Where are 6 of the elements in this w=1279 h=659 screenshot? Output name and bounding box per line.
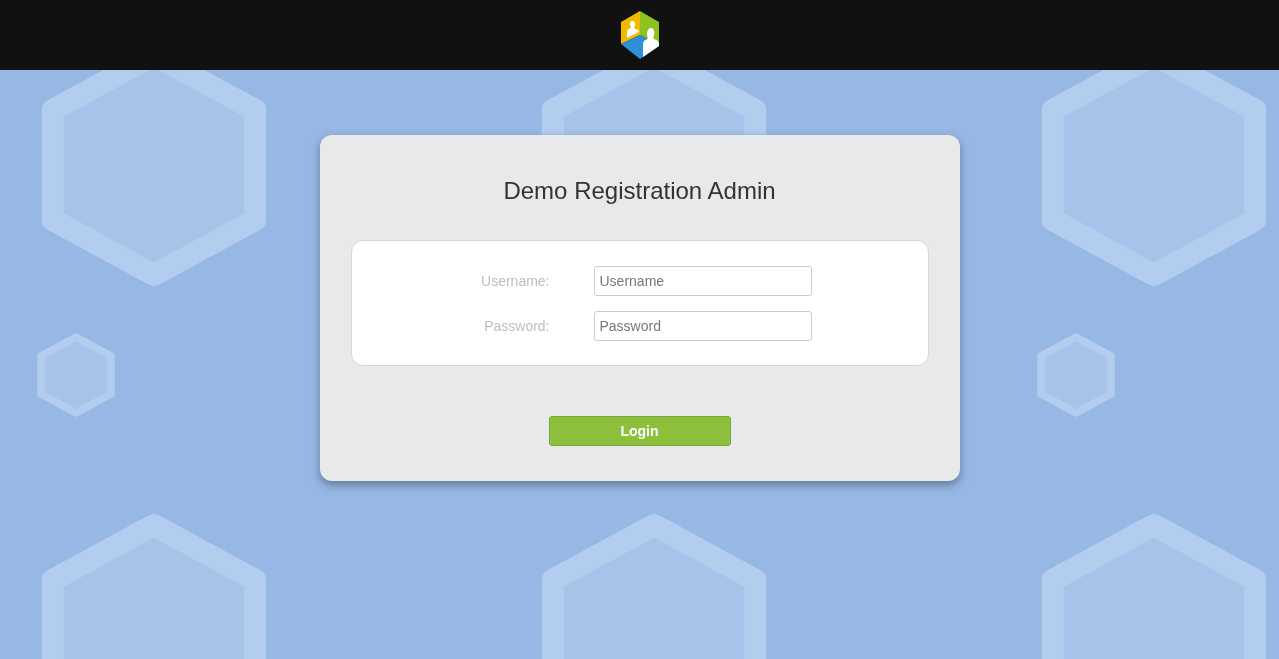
field-label: Username: — [480, 273, 550, 289]
login-button[interactable]: Login — [548, 416, 731, 446]
input-field[interactable]: Password — [593, 311, 812, 341]
field-label: Password: — [483, 318, 550, 334]
input-field[interactable]: Username — [593, 266, 812, 296]
login-title: Demo Registration Admin — [503, 176, 776, 206]
